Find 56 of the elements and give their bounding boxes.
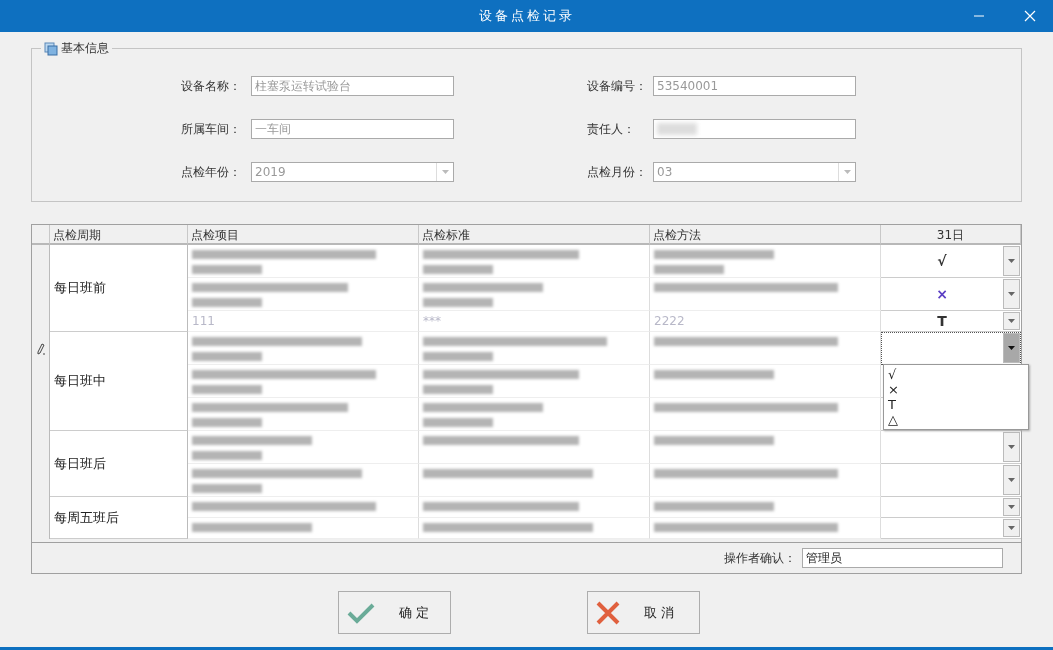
caret-icon: [1008, 445, 1015, 449]
dropdown-option[interactable]: △: [888, 412, 1024, 427]
period-cell: 每周五班后: [54, 508, 119, 527]
input-field[interactable]: [653, 119, 856, 139]
column-header[interactable]: 点检项目: [188, 225, 419, 245]
cell-value: √: [937, 253, 947, 269]
cancel-button[interactable]: 取 消: [587, 591, 700, 634]
column-header[interactable]: 点检标准: [419, 225, 650, 245]
dropdown-button[interactable]: [1003, 333, 1020, 363]
dropdown-button[interactable]: [1003, 432, 1020, 462]
table-cell: ***: [423, 314, 441, 328]
period-cell: 每日班中: [54, 372, 106, 390]
dropdown-button[interactable]: [1003, 246, 1020, 276]
field-label: 点检月份：: [587, 163, 648, 181]
caret-icon: [1008, 319, 1015, 323]
period-cell: 每日班后: [54, 454, 106, 473]
dropdown-button[interactable]: [1003, 279, 1020, 309]
field-label: 责任人：: [587, 120, 636, 138]
caret-icon: [1008, 292, 1015, 296]
caret-icon: [1008, 259, 1015, 263]
operator-field[interactable]: 管理员: [802, 548, 1003, 568]
table-cell: 111: [192, 314, 215, 328]
group-title: 基本信息: [61, 40, 109, 57]
caret-icon: [843, 170, 851, 174]
dropdown-option[interactable]: √: [888, 367, 1024, 382]
check-icon: [347, 601, 375, 624]
field-label: 所属车间：: [181, 120, 242, 138]
caret-icon: [1008, 478, 1015, 482]
close-icon: [596, 600, 620, 625]
confirm-button[interactable]: 确 定: [338, 591, 451, 634]
pencil-icon: [36, 342, 45, 355]
table-cell: 2222: [654, 314, 685, 328]
period-cell: 每日班前: [54, 279, 106, 297]
dropdown-button[interactable]: [1003, 312, 1020, 330]
column-header[interactable]: 点检方法: [650, 225, 881, 245]
dropdown-button[interactable]: [1003, 465, 1020, 495]
cell-value: ×: [936, 286, 948, 302]
caret-icon: [1008, 526, 1015, 530]
dropdown-option[interactable]: T: [888, 397, 1024, 412]
operator-label: 操作者确认：: [724, 549, 796, 567]
field-label: 点检年份：: [181, 163, 242, 181]
column-header[interactable]: 点检周期: [50, 225, 188, 245]
field-label: 设备名称：: [181, 77, 242, 95]
dropdown-button[interactable]: [1003, 519, 1020, 537]
close-icon[interactable]: [1024, 10, 1036, 22]
header-corner: [32, 225, 50, 245]
cell-value: T: [937, 313, 947, 329]
caret-icon: [441, 170, 449, 174]
dropdown-option[interactable]: ×: [888, 382, 1024, 397]
caret-icon: [1008, 346, 1015, 350]
window-title: 设备点检记录: [478, 7, 575, 25]
window-icon: [44, 41, 58, 56]
caret-icon: [1008, 505, 1015, 509]
field-label: 设备编号：: [587, 77, 648, 95]
column-header[interactable]: 31日: [881, 225, 1021, 245]
dropdown-button[interactable]: [1003, 498, 1020, 516]
